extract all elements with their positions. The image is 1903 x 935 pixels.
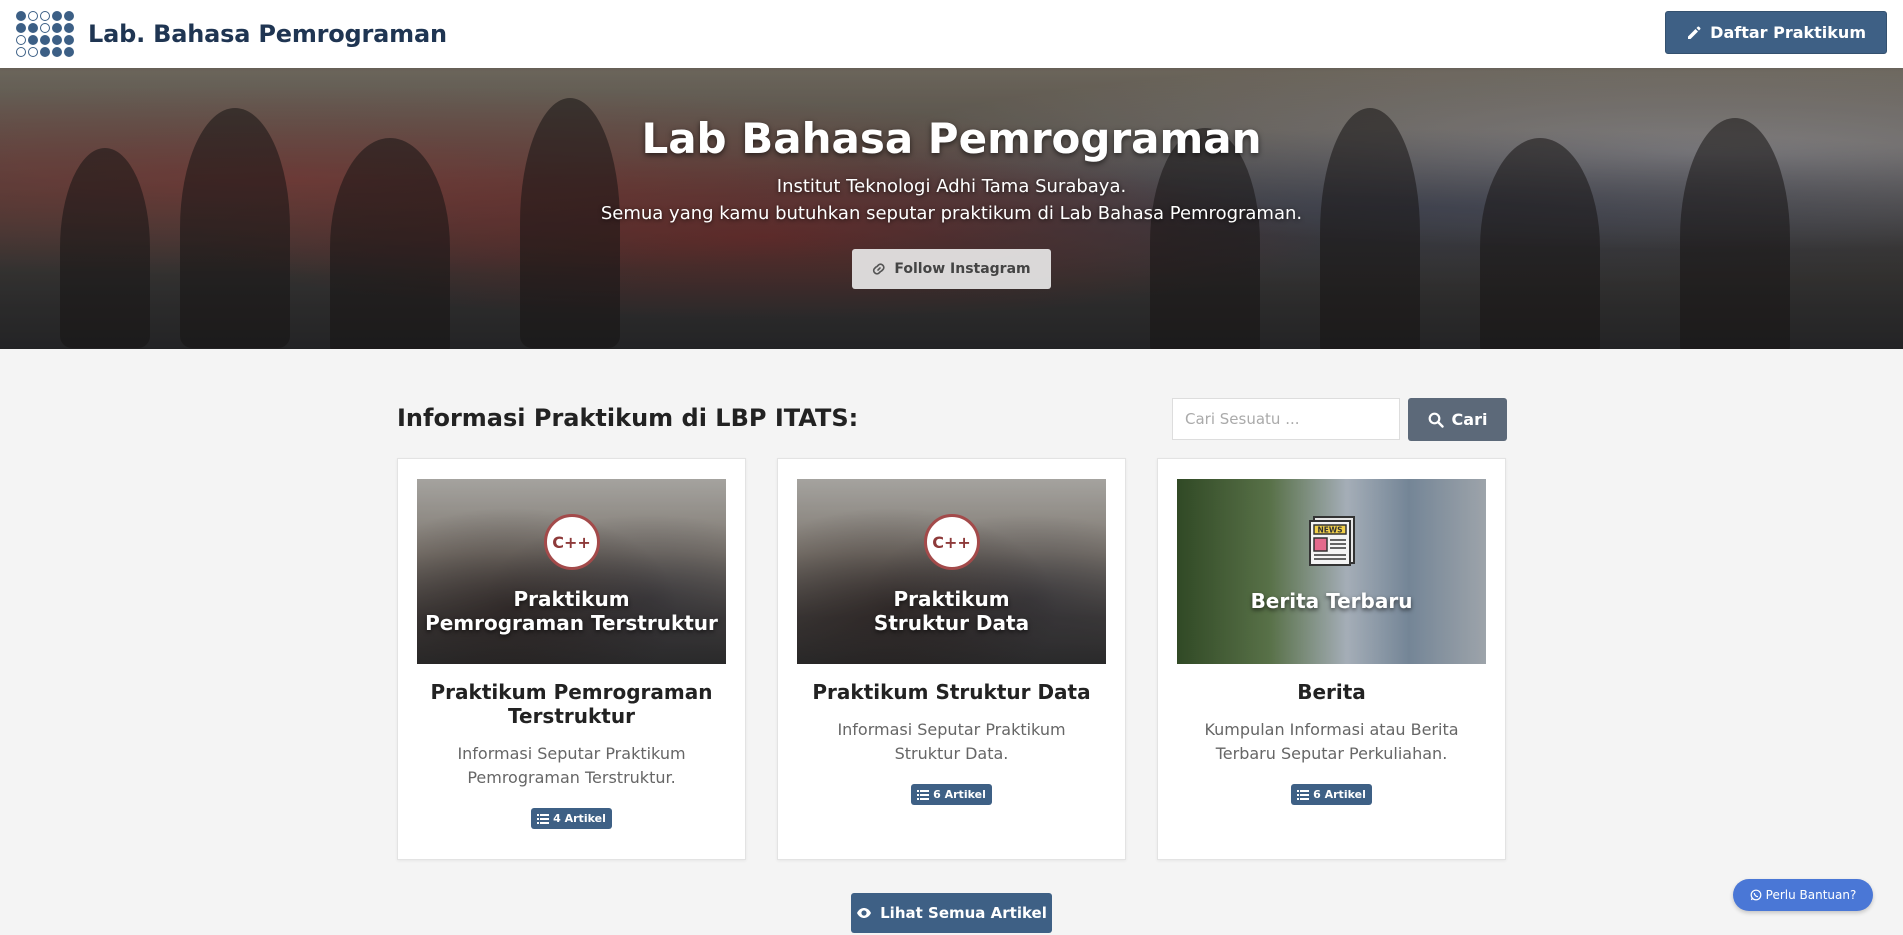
list-icon [917, 789, 930, 800]
card-description: Informasi Seputar Praktikum Pemrograman … [457, 744, 686, 787]
card-pemrograman-terstruktur[interactable]: C++ Praktikum Pemrograman Terstruktur Pr… [397, 458, 746, 860]
newspaper-icon: NEWS [1304, 511, 1360, 567]
hero-banner: Lab Bahasa Pemrograman Institut Teknolog… [0, 68, 1903, 349]
follow-instagram-button[interactable]: Follow Instagram [852, 249, 1051, 289]
search-input[interactable] [1172, 398, 1400, 440]
register-practicum-button[interactable]: Daftar Praktikum [1665, 11, 1887, 54]
card-image-text: Praktikum Struktur Data [873, 587, 1030, 635]
article-count-badge: 6 Artikel [1291, 784, 1372, 805]
search-icon [1428, 412, 1444, 428]
card-image-text: Berita Terbaru [1250, 589, 1413, 613]
article-count-badge: 6 Artikel [911, 784, 992, 805]
card-image: NEWS Berita Terbaru [1177, 479, 1486, 664]
view-all-articles-label: Lihat Semua Artikel [880, 904, 1047, 922]
eye-icon [856, 907, 872, 919]
register-practicum-label: Daftar Praktikum [1710, 23, 1866, 42]
card-berita[interactable]: NEWS Berita Terbaru Berita Kumpulan Info… [1157, 458, 1506, 860]
card-title[interactable]: Praktikum Pemrograman Terstruktur [416, 680, 727, 728]
article-count-badge: 4 Artikel [531, 808, 612, 829]
card-title[interactable]: Berita [1176, 680, 1487, 704]
card-struktur-data[interactable]: C++ Praktikum Struktur Data Praktikum St… [777, 458, 1126, 860]
card-title[interactable]: Praktikum Struktur Data [796, 680, 1107, 704]
help-whatsapp-button[interactable]: Perlu Bantuan? [1733, 879, 1873, 911]
view-all-articles-button[interactable]: Lihat Semua Artikel [851, 893, 1052, 933]
follow-instagram-label: Follow Instagram [894, 261, 1031, 277]
whatsapp-icon [1750, 889, 1762, 901]
brand[interactable]: Lab. Bahasa Pemrograman [16, 11, 447, 57]
help-label: Perlu Bantuan? [1765, 888, 1857, 902]
search-button[interactable]: Cari [1408, 398, 1507, 441]
brand-title: Lab. Bahasa Pemrograman [88, 20, 447, 48]
dot-grid-logo-icon [16, 11, 74, 57]
link-icon [872, 262, 886, 276]
top-navbar: Lab. Bahasa Pemrograman Daftar Praktikum [0, 0, 1903, 68]
hero-title: Lab Bahasa Pemrograman [641, 114, 1262, 163]
card-description: Informasi Seputar Praktikum Struktur Dat… [837, 720, 1066, 763]
list-icon [537, 813, 550, 824]
c-plus-plus-icon: C++ [923, 514, 980, 570]
hero-subtitle-line2: Semua yang kamu butuhkan seputar praktik… [600, 203, 1303, 224]
list-icon [1297, 789, 1310, 800]
pencil-icon [1686, 25, 1702, 41]
card-image: C++ Praktikum Pemrograman Terstruktur [417, 479, 726, 664]
search-button-label: Cari [1451, 410, 1488, 429]
svg-text:NEWS: NEWS [1317, 526, 1342, 535]
section-title: Informasi Praktikum di LBP ITATS: [397, 404, 859, 432]
card-image: C++ Praktikum Struktur Data [797, 479, 1106, 664]
hero-subtitle-line1: Institut Teknologi Adhi Tama Surabaya. [776, 176, 1127, 197]
card-description: Kumpulan Informasi atau Berita Terbaru S… [1204, 720, 1459, 763]
card-image-text: Praktikum Pemrograman Terstruktur [425, 587, 718, 635]
c-plus-plus-icon: C++ [543, 514, 600, 570]
